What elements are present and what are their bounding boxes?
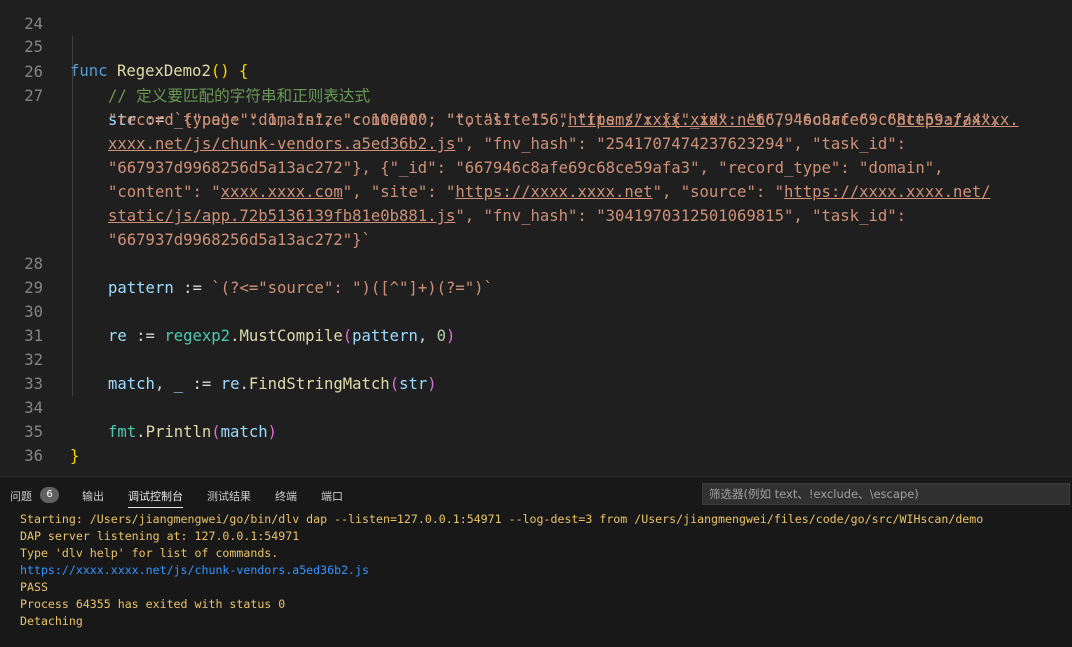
tab-debug-console[interactable]: 调试控制台 bbox=[128, 487, 183, 508]
tab-ports[interactable]: 端口 bbox=[321, 487, 343, 507]
code-editor[interactable]: 24 25 func RegexDemo2() { 26 // 定义要匹配的字符… bbox=[0, 0, 1072, 476]
code-text: } bbox=[70, 444, 79, 468]
code-line-wrap[interactable]: xxxx.net/js/chunk-vendors.a5ed36b2.js", … bbox=[0, 108, 1072, 153]
code-line-wrap[interactable]: "record_type": "domain", "content": "", … bbox=[0, 84, 1072, 129]
code-line-30[interactable]: 30 re := regexp2.MustCompile(pattern, 0) bbox=[0, 276, 1072, 345]
code-line-34[interactable]: 34 fmt.Println(match) bbox=[0, 372, 1072, 441]
code-line-wrap[interactable]: "content": "xxxx.xxxx.com", "site": "htt… bbox=[0, 156, 1072, 201]
bottom-panel: 问题 6 输出 调试控制台 测试结果 终端 端口 筛选器(例如 text、!ex… bbox=[0, 476, 1072, 647]
console-link[interactable]: https://xxxx.xxxx.net/js/chunk-vendors.a… bbox=[20, 562, 1072, 579]
code-line-27[interactable]: 27 str := `{"page": 1, "size": 100000, "… bbox=[0, 60, 1072, 129]
code-line-29[interactable]: 29 bbox=[0, 252, 1072, 297]
console-line: DAP server listening at: 127.0.0.1:54971 bbox=[20, 529, 300, 543]
code-line-35[interactable]: 35 } bbox=[0, 396, 1072, 465]
filter-input[interactable]: 筛选器(例如 text、!exclude、\escape) bbox=[702, 483, 1070, 505]
console-line: Process 64355 has exited with status 0 bbox=[20, 597, 286, 611]
code-line-32[interactable]: 32 match, _ := re.FindStringMatch(str) bbox=[0, 324, 1072, 393]
console-line: Type 'dlv help' for list of commands. bbox=[20, 546, 279, 560]
tab-problems[interactable]: 问题 bbox=[10, 487, 32, 507]
tab-output[interactable]: 输出 bbox=[82, 487, 104, 507]
line-number: 36 bbox=[24, 447, 43, 465]
code-line-wrap[interactable]: static/js/app.72b5136139fb81e0b881.js", … bbox=[0, 180, 1072, 225]
code-line-28[interactable]: 28 pattern := `(?<="source": ")([^"]+)(?… bbox=[0, 228, 1072, 297]
console-line: PASS bbox=[20, 580, 48, 594]
code-line-26[interactable]: 26 // 定义要匹配的字符串和正则表达式 bbox=[0, 36, 1072, 105]
panel-tabs: 问题 6 输出 调试控制台 测试结果 终端 端口 筛选器(例如 text、!ex… bbox=[0, 477, 1072, 511]
problems-count-badge: 6 bbox=[40, 487, 59, 503]
code-line-wrap[interactable]: "667937d9968256d5a13ac272"}, {"_id": "66… bbox=[0, 132, 1072, 177]
code-line-wrap[interactable]: "667937d9968256d5a13ac272"}` bbox=[0, 204, 1072, 249]
console-line: Detaching bbox=[20, 614, 83, 628]
code-line-25[interactable]: 25 func RegexDemo2() { bbox=[0, 11, 1072, 80]
tab-terminal[interactable]: 终端 bbox=[275, 487, 297, 507]
brace: } bbox=[70, 447, 80, 465]
code-line-31[interactable]: 31 bbox=[0, 300, 1072, 345]
debug-console-output[interactable]: Starting: /Users/jiangmengwei/go/bin/dlv… bbox=[20, 511, 1072, 630]
tab-test-results[interactable]: 测试结果 bbox=[207, 487, 251, 507]
console-line: Starting: /Users/jiangmengwei/go/bin/dlv… bbox=[20, 512, 984, 526]
code-line-36[interactable]: 36 bbox=[0, 420, 1072, 465]
code-line-33[interactable]: 33 bbox=[0, 348, 1072, 393]
